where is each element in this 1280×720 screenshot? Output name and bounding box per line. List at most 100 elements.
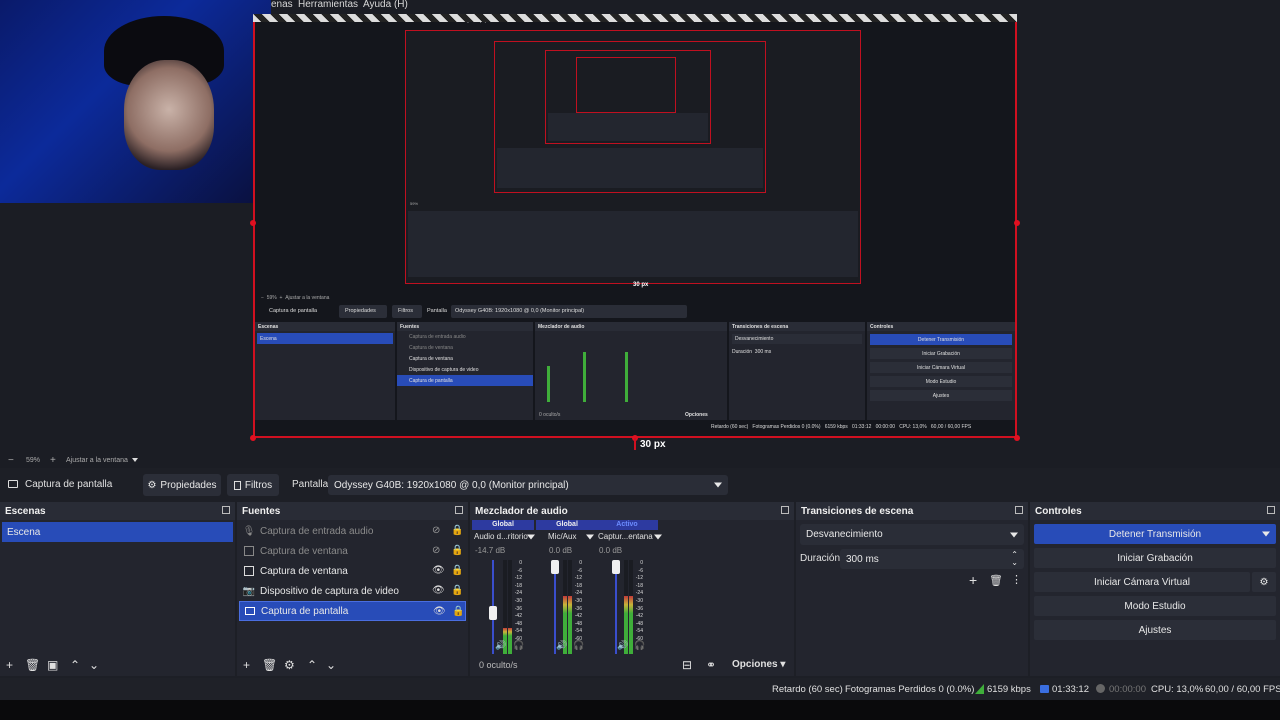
- resize-handle[interactable]: [1014, 435, 1020, 441]
- gear-icon[interactable]: ⚙: [284, 659, 295, 671]
- channel-db: -14.7 dB: [475, 546, 506, 555]
- trash-icon[interactable]: 🗑: [25, 659, 40, 671]
- scenes-footer: + 🗑 ▣ ⌃ ⌄: [0, 654, 235, 676]
- trash-icon[interactable]: 🗑: [262, 659, 277, 671]
- spin-down-icon[interactable]: ⌄: [1011, 558, 1018, 567]
- nested-canvas: 59%: [405, 30, 861, 284]
- window-icon: [244, 546, 254, 556]
- lock-icon[interactable]: 🔒: [451, 585, 463, 596]
- source-item[interactable]: Captura de ventana ⊘ 🔒: [239, 541, 466, 561]
- move-down-icon[interactable]: ⌄: [89, 659, 99, 671]
- menu-help[interactable]: Ayuda (H): [363, 0, 408, 10]
- window-icon: [244, 566, 254, 576]
- channel-header: Global: [472, 520, 534, 530]
- speaker-icon[interactable]: 🔊: [617, 640, 628, 651]
- move-up-icon[interactable]: ⌃: [70, 659, 80, 671]
- chevron-down-icon: [1010, 532, 1018, 537]
- fader-knob[interactable]: [551, 560, 559, 574]
- monitor-icon: [8, 480, 18, 488]
- source-item[interactable]: Captura de ventana 👁 🔒: [239, 561, 466, 581]
- lock-icon[interactable]: 🔒: [451, 525, 463, 536]
- fps-status: 60,00 / 60,00 FPS: [1205, 684, 1280, 695]
- scene-item[interactable]: Escena: [2, 522, 233, 542]
- resize-handle[interactable]: [250, 435, 256, 441]
- meter-scale: 0 -6 -12 -18 -24 -30 -36 -42 -48 -54 -60: [635, 560, 643, 642]
- mixer-title: Mezclador de audio: [470, 502, 794, 520]
- fader-knob[interactable]: [489, 606, 497, 620]
- source-item[interactable]: 🎙 Captura de entrada audio ⊘ 🔒: [239, 521, 466, 541]
- properties-button[interactable]: ⚙ Propiedades: [143, 474, 221, 496]
- fader-knob[interactable]: [612, 560, 620, 574]
- dock-float-icon[interactable]: [222, 506, 230, 514]
- canvas-frame[interactable]: enas Herramientas Ayuda (H) 59% 30 px: [253, 14, 1017, 438]
- chevron-down-icon[interactable]: [527, 534, 535, 540]
- start-virtual-cam-button[interactable]: Iniciar Cámara Virtual: [1034, 572, 1250, 592]
- menu-tools[interactable]: Herramientas: [298, 0, 358, 10]
- eye-icon[interactable]: 👁: [432, 565, 445, 576]
- zoom-in-button[interactable]: +: [50, 455, 56, 466]
- start-recording-button[interactable]: Iniciar Grabación: [1034, 548, 1276, 568]
- add-icon[interactable]: +: [243, 659, 250, 671]
- filters-button[interactable]: Filtros: [227, 474, 279, 496]
- preview-area[interactable]: enas Herramientas Ayuda (H) enas Herrami…: [0, 0, 1280, 454]
- speaker-icon[interactable]: 🔊: [556, 640, 567, 651]
- source-item[interactable]: Captura de pantalla 👁 🔒: [239, 601, 466, 621]
- channel-header: Global: [536, 520, 598, 530]
- move-up-icon[interactable]: ⌃: [307, 659, 317, 671]
- menu-scenes[interactable]: enas: [271, 0, 293, 10]
- settings-button[interactable]: Ajustes: [1034, 620, 1276, 640]
- add-icon[interactable]: +: [6, 659, 13, 671]
- resize-handle[interactable]: [250, 220, 256, 226]
- duration-spinbox[interactable]: 300 ms ⌃ ⌄: [840, 549, 1024, 569]
- studio-mode-button[interactable]: Modo Estudio: [1034, 596, 1276, 616]
- move-down-icon[interactable]: ⌄: [326, 659, 336, 671]
- stream-time-status: 01:33:12: [1052, 684, 1089, 695]
- delay-status: Retardo (60 sec): [772, 684, 843, 695]
- zoom-out-button[interactable]: −: [8, 455, 14, 466]
- display-select[interactable]: Odyssey G40B: 1920x1080 @ 0,0 (Monitor p…: [328, 475, 728, 495]
- trash-icon[interactable]: 🗑: [989, 574, 1003, 587]
- zoom-fit-label: Ajustar a la ventana: [66, 457, 128, 464]
- options-button[interactable]: Opciones ▾: [732, 659, 785, 670]
- link-icon[interactable]: ⚭: [706, 659, 716, 671]
- scenes-title: Escenas: [0, 502, 235, 520]
- headphones-icon[interactable]: 🎧: [513, 640, 524, 651]
- bitrate-status: 6159 kbps: [987, 684, 1031, 695]
- dock-float-icon[interactable]: [455, 506, 463, 514]
- record-icon: [1096, 684, 1105, 693]
- more-icon[interactable]: ⋮: [1011, 573, 1022, 586]
- lock-icon[interactable]: 🔒: [451, 565, 463, 576]
- cpu-status: CPU: 13,0%: [1151, 684, 1204, 695]
- dock-float-icon[interactable]: [781, 506, 789, 514]
- dock-float-icon[interactable]: [1267, 506, 1275, 514]
- meter-scale: 0 -6 -12 -18 -24 -30 -36 -42 -48 -54 -60: [514, 560, 522, 642]
- nested-docks-full: Escenas Escena Fuentes Captura de entrad…: [255, 322, 1015, 432]
- eye-icon[interactable]: 👁: [432, 585, 445, 596]
- layout-icon[interactable]: ⊟: [682, 659, 692, 671]
- mic-icon: 🎙: [242, 525, 256, 537]
- chevron-down-icon[interactable]: [1262, 531, 1270, 537]
- headphones-icon[interactable]: 🎧: [573, 640, 584, 651]
- eye-icon[interactable]: 👁: [433, 606, 446, 617]
- virtual-cam-settings-button[interactable]: ⚙: [1252, 572, 1276, 592]
- zoom-dropdown-icon[interactable]: [132, 458, 138, 462]
- transition-select[interactable]: Desvanecimiento: [800, 524, 1024, 545]
- stop-stream-button[interactable]: Detener Transmisión: [1034, 524, 1276, 544]
- lock-icon[interactable]: 🔒: [452, 606, 464, 617]
- add-icon[interactable]: +: [969, 572, 977, 588]
- speaker-icon[interactable]: 🔊: [495, 640, 506, 651]
- source-item[interactable]: 📷 Dispositivo de captura de video 👁 🔒: [239, 581, 466, 601]
- filter-icon[interactable]: ▣: [47, 659, 58, 671]
- chevron-down-icon[interactable]: [586, 534, 594, 540]
- channel-name[interactable]: Audio d...ritorio: [474, 532, 534, 541]
- headphones-icon[interactable]: 🎧: [634, 640, 645, 651]
- eye-hidden-icon[interactable]: ⊘: [432, 525, 440, 536]
- chevron-down-icon: [714, 482, 722, 488]
- eye-hidden-icon[interactable]: ⊘: [432, 545, 440, 556]
- mixer-channel: Global Mic/Aux 0.0 dB 0 -6 -12 -18 -24 -30 -36…: [536, 520, 598, 654]
- dock-float-icon[interactable]: [1015, 506, 1023, 514]
- resize-handle[interactable]: [1014, 220, 1020, 226]
- chevron-down-icon[interactable]: [654, 534, 662, 540]
- channel-name[interactable]: Captur...entana: [598, 532, 658, 541]
- lock-icon[interactable]: 🔒: [451, 545, 463, 556]
